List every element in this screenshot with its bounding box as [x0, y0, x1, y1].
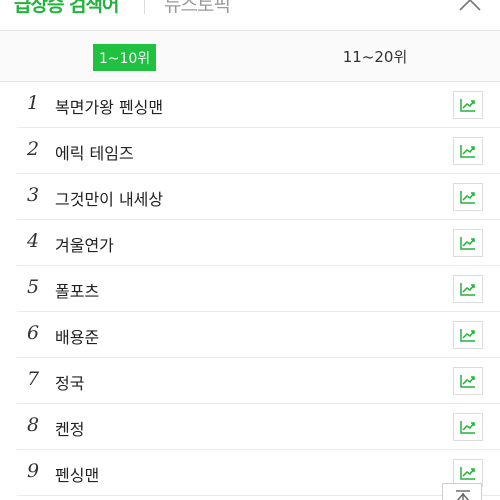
rank-number: 2 — [27, 138, 40, 160]
rank-number: 4 — [27, 230, 40, 252]
rank-number: 8 — [27, 414, 40, 436]
keyword-link[interactable]: 에릭 테임즈 — [55, 140, 134, 164]
keyword-link[interactable]: 펜싱맨 — [55, 462, 99, 486]
trend-chart-icon — [460, 329, 475, 342]
range-1-10-pill[interactable]: 1~10위 — [93, 44, 156, 71]
trend-chart-icon — [460, 467, 475, 480]
keyword-link[interactable]: 배용준 — [55, 324, 99, 348]
trend-chart-button[interactable] — [453, 91, 483, 119]
trend-chart-button[interactable] — [453, 321, 483, 349]
keyword-link[interactable]: 정국 — [55, 370, 84, 394]
keyword-row[interactable]: 3 그것만이 내세상 — [17, 174, 500, 220]
trend-chart-button[interactable] — [453, 413, 483, 441]
trend-chart-icon — [460, 421, 475, 434]
tab-divider — [144, 0, 145, 14]
scroll-to-top-button[interactable] — [442, 483, 482, 500]
rank-number: 9 — [27, 460, 40, 482]
rank-number: 3 — [27, 184, 40, 206]
keyword-link[interactable]: 폴포츠 — [55, 278, 99, 302]
tab-news-topic[interactable]: 뉴스토픽 — [164, 0, 231, 17]
rank-range-selector: 1~10위 11~20위 — [0, 30, 500, 82]
trend-chart-icon — [460, 191, 475, 204]
keyword-row[interactable]: 5 폴포츠 — [17, 266, 500, 312]
keyword-link[interactable]: 그것만이 내세상 — [55, 186, 163, 210]
keyword-row[interactable]: 8 켄정 — [17, 404, 500, 450]
keyword-row[interactable]: 6 배용준 — [17, 312, 500, 358]
keyword-row[interactable]: 4 겨울연가 — [17, 220, 500, 266]
keyword-row[interactable]: 2 에릭 테임즈 — [17, 128, 500, 174]
keyword-row[interactable]: 7 정국 — [17, 358, 500, 404]
keyword-row[interactable]: 9 펜싱맨 — [17, 450, 500, 496]
range-tab-1-10[interactable]: 1~10위 — [0, 31, 250, 81]
trend-chart-icon — [460, 283, 475, 296]
trend-chart-icon — [460, 145, 475, 158]
keyword-link[interactable]: 켄정 — [55, 416, 84, 440]
range-tab-11-20[interactable]: 11~20위 — [250, 31, 500, 81]
rank-number: 7 — [27, 368, 40, 390]
trend-chart-icon — [460, 375, 475, 388]
keyword-link[interactable]: 겨울연가 — [55, 232, 114, 256]
header: 급상승 검색어 뉴스토픽 — [0, 0, 500, 30]
chevron-up-icon[interactable] — [458, 0, 482, 12]
scroll-to-top-icon — [456, 490, 470, 500]
trend-chart-button[interactable] — [453, 275, 483, 303]
trend-chart-icon — [460, 99, 475, 112]
keyword-list: 1 복면가왕 펜싱맨 2 에릭 테임즈 3 그것만이 내세상 4 겨울연가 5 폴포츠 6 배용준 7 정… — [0, 82, 500, 496]
keyword-row[interactable]: 1 복면가왕 펜싱맨 — [17, 82, 500, 128]
trend-chart-button[interactable] — [453, 183, 483, 211]
rank-number: 5 — [27, 276, 40, 298]
keyword-link[interactable]: 복면가왕 펜싱맨 — [55, 94, 163, 118]
rank-number: 1 — [27, 92, 40, 114]
trend-chart-button[interactable] — [453, 137, 483, 165]
rank-number: 6 — [27, 322, 40, 344]
tab-rising-keywords[interactable]: 급상승 검색어 — [14, 0, 119, 17]
trend-chart-button[interactable] — [453, 229, 483, 257]
trend-chart-icon — [460, 237, 475, 250]
trend-chart-button[interactable] — [453, 367, 483, 395]
